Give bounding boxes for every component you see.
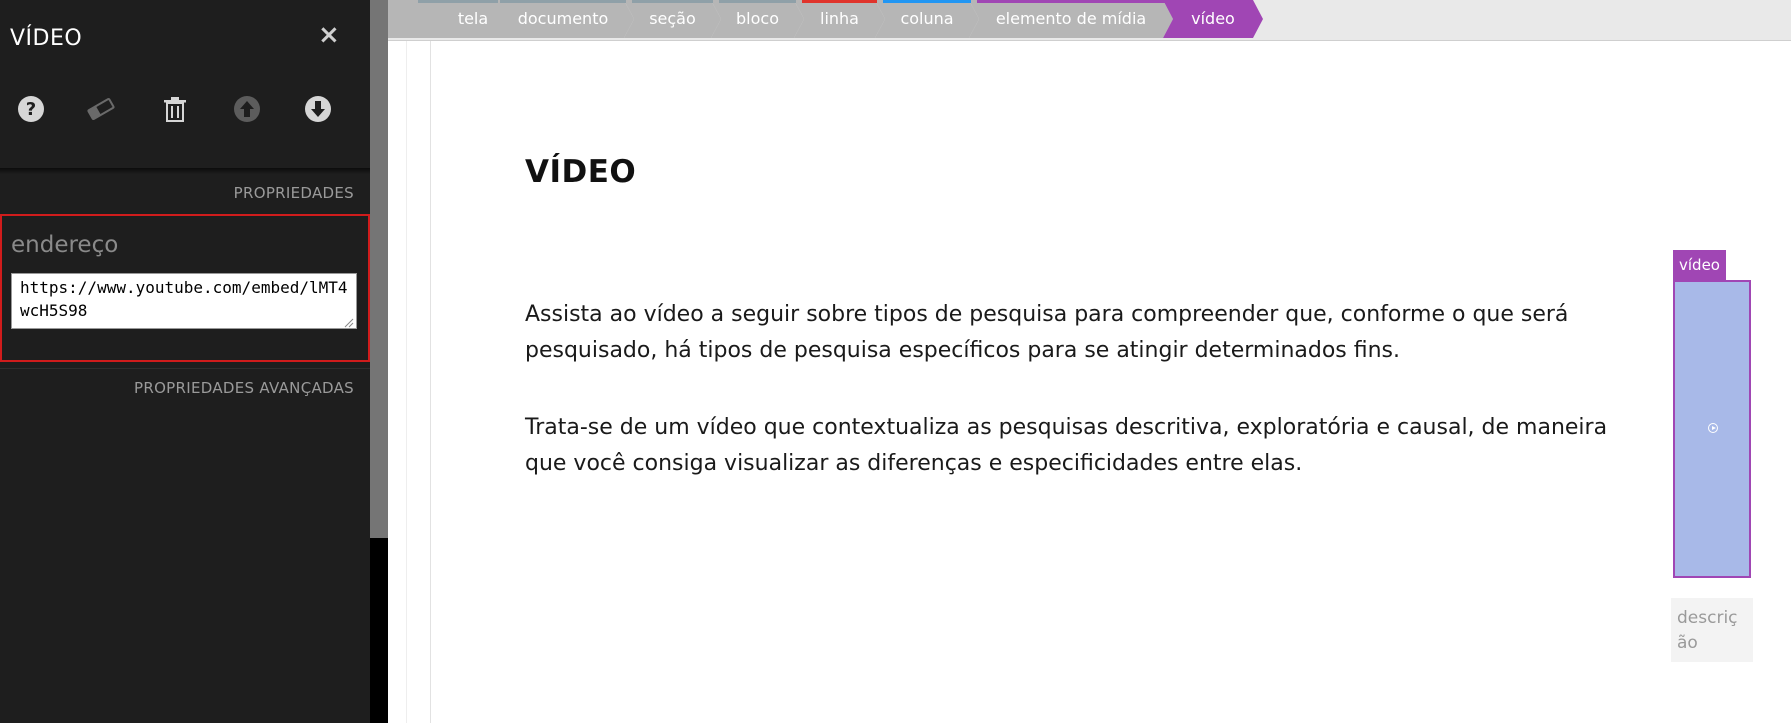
breadcrumb-accent-line [977, 0, 1165, 3]
close-icon[interactable]: × [318, 20, 340, 50]
breadcrumb-label: documento [517, 9, 609, 28]
document-gutter-line [430, 41, 431, 723]
breadcrumb-accent-line [802, 0, 877, 3]
breadcrumb-label: vídeo [1191, 9, 1235, 28]
breadcrumb-item-documento[interactable]: documento [492, 0, 634, 38]
breadcrumb-label: seção [649, 9, 696, 28]
panel-divider-shadow [0, 168, 370, 174]
url-field-group: endereço https://www.youtube.com/embed/l… [0, 214, 370, 362]
breadcrumb-accent-line [418, 0, 498, 3]
breadcrumb-accent-line [632, 0, 713, 3]
video-caption-field[interactable]: descrição [1671, 598, 1753, 662]
document-gutter [388, 41, 430, 723]
video-element-tag[interactable]: vídeo [1673, 250, 1726, 280]
breadcrumb-accent-line [500, 0, 626, 3]
document-gutter-line [406, 41, 407, 723]
breadcrumb-item-elemento-de-midia[interactable]: elemento de mídia [969, 0, 1173, 38]
svg-text:?: ? [26, 99, 36, 120]
panel-header: VÍDEO × ? [0, 0, 370, 170]
video-element[interactable] [1673, 280, 1751, 578]
breadcrumb-accent-line [883, 0, 971, 3]
breadcrumb-label: elemento de mídia [995, 9, 1147, 28]
properties-section-title[interactable]: PROPRIEDADES [234, 184, 354, 202]
trash-icon[interactable] [160, 94, 190, 124]
breadcrumb-label: tela [457, 9, 489, 28]
breadcrumb-item-video[interactable]: vídeo [1163, 0, 1263, 38]
breadcrumb-item-linha[interactable]: linha [794, 0, 885, 38]
section-divider [0, 368, 370, 369]
panel-scrollbar-thumb[interactable] [370, 0, 388, 538]
document-paragraph[interactable]: Assista ao vídeo a seguir sobre tipos de… [525, 297, 1625, 369]
help-circle-icon[interactable]: ? [16, 94, 46, 124]
url-textarea[interactable]: https://www.youtube.com/embed/lMT4wcH5S9… [11, 273, 357, 329]
eraser-icon[interactable] [86, 94, 116, 124]
document-heading[interactable]: VÍDEO [525, 154, 636, 190]
breadcrumb-item-bloco[interactable]: bloco [711, 0, 804, 38]
arrow-down-circle-icon[interactable] [303, 94, 333, 124]
properties-panel: VÍDEO × ? PROPRIEDADES endereço https://… [0, 0, 370, 723]
breadcrumb-item-tela[interactable]: tela [388, 0, 508, 38]
breadcrumb-label: linha [820, 9, 859, 28]
panel-title: VÍDEO [10, 26, 83, 51]
url-field-label: endereço [11, 232, 119, 258]
breadcrumb-accent-line [719, 0, 796, 3]
breadcrumb-label: coluna [900, 9, 954, 28]
advanced-properties-section-title[interactable]: PROPRIEDADES AVANÇADAS [134, 379, 354, 397]
document-paragraph[interactable]: Trata-se de um vídeo que contextualiza a… [525, 410, 1625, 482]
play-icon[interactable] [1708, 423, 1718, 433]
breadcrumb-item-coluna[interactable]: coluna [875, 0, 979, 38]
breadcrumb: tela documento seção bloco linha coluna … [388, 0, 1791, 41]
arrow-up-circle-icon[interactable] [232, 94, 262, 124]
breadcrumb-label: bloco [736, 9, 779, 28]
breadcrumb-item-secao[interactable]: seção [624, 0, 721, 38]
